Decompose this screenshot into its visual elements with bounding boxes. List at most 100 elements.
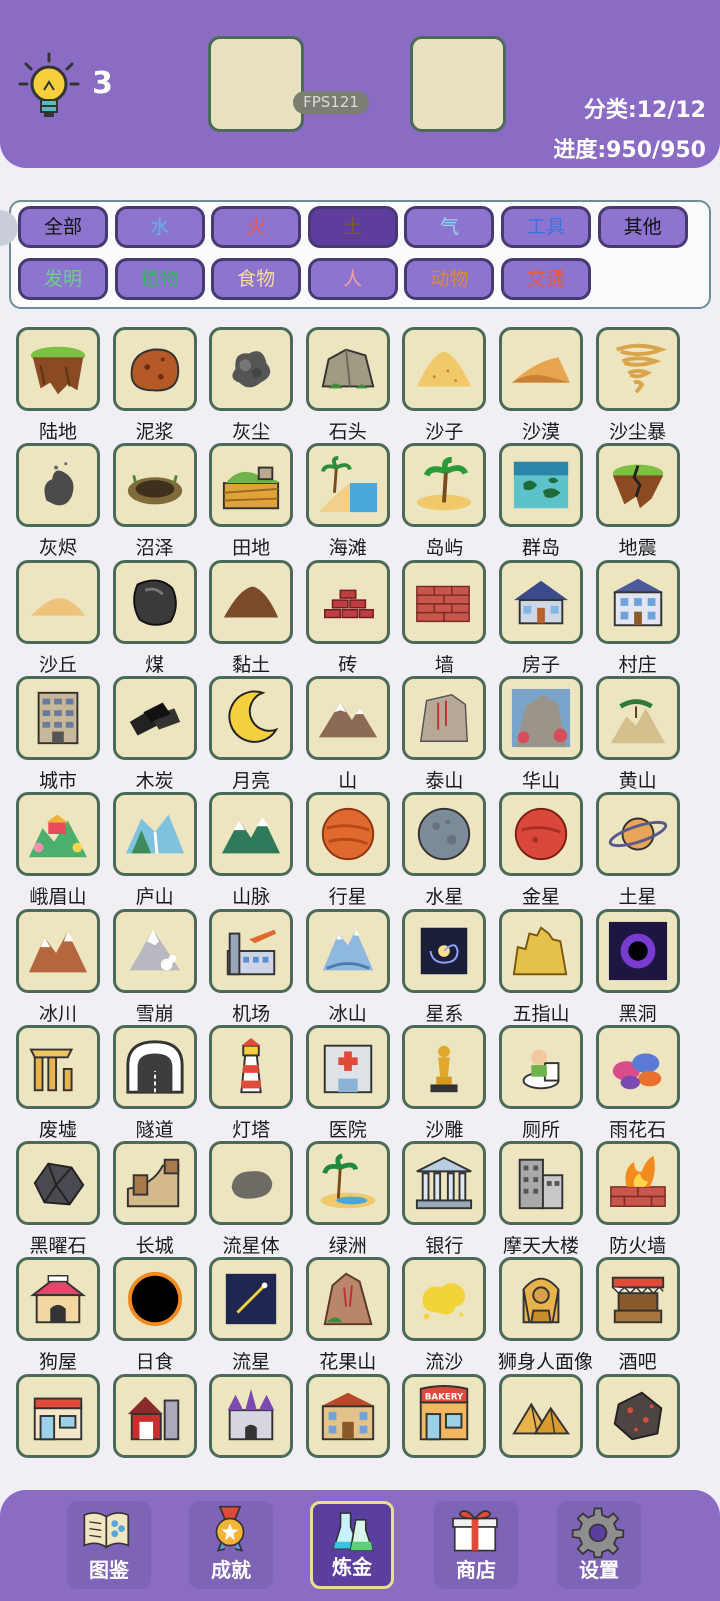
element-card[interactable]: 水星 <box>401 792 487 909</box>
element-tile[interactable] <box>305 443 390 528</box>
element-tile[interactable] <box>595 675 680 760</box>
element-tile[interactable] <box>209 1024 294 1109</box>
element-card[interactable]: 防火墙 <box>595 1141 681 1258</box>
element-tile[interactable] <box>112 559 197 644</box>
element-card[interactable]: 沙丘 <box>15 559 101 677</box>
element-tile[interactable] <box>16 327 100 411</box>
category-tab-6[interactable]: 其他 <box>597 206 688 248</box>
element-tile[interactable] <box>16 1373 100 1458</box>
element-tile[interactable] <box>16 559 100 644</box>
element-card[interactable] <box>15 1373 101 1458</box>
element-card[interactable]: 隧道 <box>112 1024 198 1142</box>
element-tile[interactable] <box>209 443 294 528</box>
element-card[interactable]: 金星 <box>498 792 584 909</box>
element-tile[interactable] <box>595 1373 680 1458</box>
element-card[interactable]: 煤 <box>112 559 198 677</box>
element-tile[interactable] <box>595 559 680 644</box>
nav-medal[interactable]: 成就 <box>189 1501 273 1589</box>
element-tile[interactable] <box>499 443 583 528</box>
element-tile[interactable]: BAKERY <box>402 1373 487 1458</box>
element-tile[interactable] <box>595 327 680 411</box>
element-tile[interactable] <box>209 675 294 760</box>
element-card[interactable]: 砖 <box>305 559 391 677</box>
element-tile[interactable] <box>16 675 100 760</box>
element-card[interactable]: 银行 <box>401 1141 487 1258</box>
combine-slot-right[interactable] <box>410 36 506 132</box>
element-tile[interactable] <box>595 792 680 877</box>
nav-gift[interactable]: 商店 <box>434 1501 518 1589</box>
element-tile[interactable] <box>499 908 583 993</box>
element-tile[interactable] <box>402 1141 487 1226</box>
element-card[interactable]: 田地 <box>208 443 294 560</box>
element-card[interactable]: 狗屋 <box>15 1257 101 1374</box>
element-card[interactable]: 月亮 <box>208 675 294 793</box>
element-card[interactable] <box>112 1373 198 1458</box>
element-card[interactable]: 山脉 <box>208 792 294 909</box>
category-tab-12[interactable]: 交通 <box>501 258 591 300</box>
element-card[interactable]: 房子 <box>498 559 584 677</box>
element-card[interactable]: 沙漠 <box>498 327 584 444</box>
element-card[interactable]: 医院 <box>305 1024 391 1142</box>
category-tab-5[interactable]: 工具 <box>501 206 591 248</box>
element-tile[interactable] <box>209 908 294 993</box>
category-tab-11[interactable]: 动物 <box>404 258 495 300</box>
element-tile[interactable] <box>499 1257 583 1342</box>
element-card[interactable]: 城市 <box>15 675 101 793</box>
element-tile[interactable] <box>209 559 294 644</box>
element-card[interactable]: 灰尘 <box>208 327 294 444</box>
element-card[interactable] <box>208 1373 294 1458</box>
element-tile[interactable] <box>402 443 487 528</box>
element-card[interactable]: 冰山 <box>305 908 391 1026</box>
nav-book[interactable]: 图鉴 <box>67 1501 151 1589</box>
element-tile[interactable] <box>595 1257 680 1342</box>
element-tile[interactable] <box>402 559 487 644</box>
element-card[interactable]: BAKERY <box>401 1373 487 1458</box>
element-tile[interactable] <box>209 1373 294 1458</box>
element-tile[interactable] <box>499 675 583 760</box>
category-tab-2[interactable]: 火 <box>211 206 302 248</box>
nav-flask[interactable]: 炼金 <box>310 1501 394 1589</box>
element-card[interactable]: 黑洞 <box>595 908 681 1026</box>
element-card[interactable]: 星系 <box>401 908 487 1026</box>
element-card[interactable]: 庐山 <box>112 792 198 909</box>
element-card[interactable]: 华山 <box>498 675 584 793</box>
element-tile[interactable] <box>305 675 390 760</box>
lightbulb-icon[interactable] <box>18 52 80 122</box>
element-card[interactable]: 黑曜石 <box>15 1141 101 1258</box>
element-tile[interactable] <box>499 1373 583 1458</box>
element-card[interactable]: 沼泽 <box>112 443 198 560</box>
element-tile[interactable] <box>209 792 294 877</box>
element-card[interactable]: 摩天大楼 <box>498 1141 584 1258</box>
element-card[interactable]: 流星体 <box>208 1141 294 1258</box>
element-tile[interactable] <box>305 1257 390 1342</box>
element-card[interactable]: 花果山 <box>305 1257 391 1374</box>
category-tab-0[interactable]: 全部 <box>18 206 108 248</box>
element-tile[interactable] <box>402 908 487 993</box>
element-card[interactable]: 土星 <box>595 792 681 909</box>
category-tab-7[interactable]: 发明 <box>18 258 108 300</box>
element-card[interactable]: 日食 <box>112 1257 198 1374</box>
element-card[interactable]: 绿洲 <box>305 1141 391 1258</box>
element-tile[interactable] <box>595 1141 680 1226</box>
element-card[interactable]: 山 <box>305 675 391 793</box>
element-card[interactable]: 岛屿 <box>401 443 487 560</box>
element-tile[interactable] <box>209 1141 294 1226</box>
element-card[interactable]: 沙子 <box>401 327 487 444</box>
element-tile[interactable] <box>112 1373 197 1458</box>
element-tile[interactable] <box>499 559 583 644</box>
element-tile[interactable] <box>209 327 294 411</box>
element-card[interactable]: 冰川 <box>15 908 101 1026</box>
element-card[interactable]: 木炭 <box>112 675 198 793</box>
element-tile[interactable] <box>305 1024 390 1109</box>
element-card[interactable]: 五指山 <box>498 908 584 1026</box>
element-card[interactable] <box>595 1373 681 1458</box>
element-tile[interactable] <box>16 908 100 993</box>
element-card[interactable]: 厕所 <box>498 1024 584 1142</box>
element-card[interactable]: 墙 <box>401 559 487 677</box>
element-tile[interactable] <box>595 908 680 993</box>
element-tile[interactable] <box>499 1024 583 1109</box>
element-card[interactable]: 泰山 <box>401 675 487 793</box>
element-tile[interactable] <box>16 792 100 877</box>
category-tab-1[interactable]: 水 <box>114 206 205 248</box>
element-card[interactable]: 地震 <box>595 443 681 560</box>
